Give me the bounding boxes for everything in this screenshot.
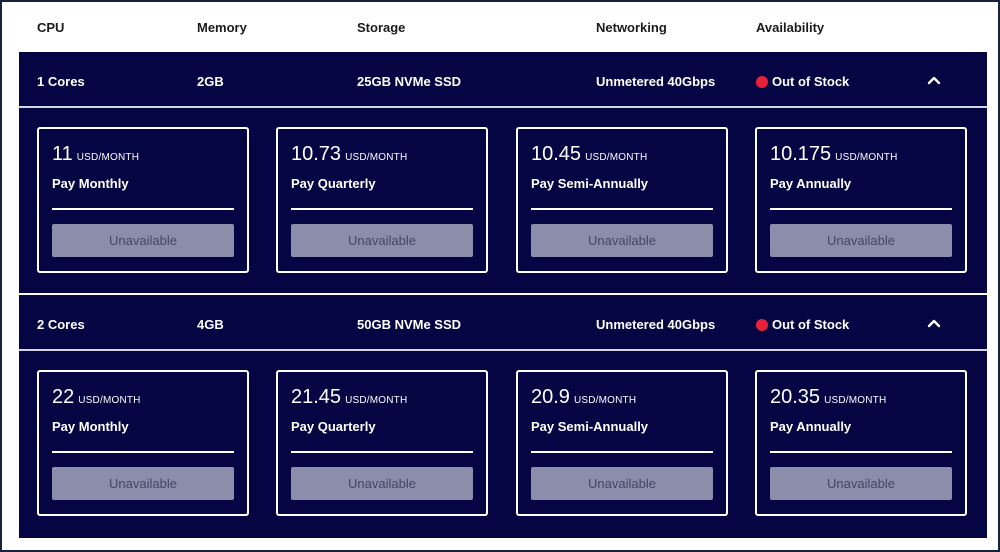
divider	[770, 208, 952, 210]
price-value: 21.45	[291, 386, 342, 408]
chevron-up-icon[interactable]	[927, 316, 941, 330]
price-unit: USD/MONTH	[345, 395, 408, 406]
unavailable-button[interactable]: Unavailable	[531, 467, 713, 500]
unavailable-button[interactable]: Unavailable	[291, 224, 473, 257]
plan-2: 2 Cores 4GB 50GB NVMe SSD Unmetered 40Gb…	[19, 295, 987, 538]
plan-row[interactable]: 1 Cores 2GB 25GB NVMe SSD Unmetered 40Gb…	[19, 52, 987, 108]
billing-term: Pay Semi-Annually	[531, 176, 649, 191]
chevron-up-icon[interactable]	[927, 73, 941, 87]
header-memory: Memory	[197, 20, 247, 35]
price-unit: USD/MONTH	[76, 152, 140, 163]
billing-term: Pay Annually	[770, 419, 852, 434]
billing-term: Pay Quarterly	[291, 419, 376, 434]
plan-1: 1 Cores 2GB 25GB NVMe SSD Unmetered 40Gb…	[19, 52, 987, 293]
plan-row[interactable]: 2 Cores 4GB 50GB NVMe SSD Unmetered 40Gb…	[19, 295, 987, 351]
billing-options: 11 USD/MONTH Pay Monthly Unavailable 10.7…	[19, 110, 987, 293]
divider	[531, 451, 713, 453]
billing-card-monthly: 11 USD/MONTH Pay Monthly Unavailable	[37, 127, 249, 273]
unavailable-button[interactable]: Unavailable	[52, 467, 234, 500]
plan-availability: Out of Stock	[772, 317, 850, 332]
pricing-frame: CPU Memory Storage Networking Availabili…	[0, 0, 1000, 552]
plan-storage: 50GB NVMe SSD	[357, 317, 462, 332]
header-networking: Networking	[596, 20, 667, 35]
plan-networking: Unmetered 40Gbps	[596, 74, 716, 89]
unavailable-button[interactable]: Unavailable	[770, 467, 952, 500]
price-value: 10.45	[531, 143, 582, 165]
divider	[52, 208, 234, 210]
price-value: 22	[52, 386, 75, 408]
plan-memory: 4GB	[197, 317, 224, 332]
status-dot-icon	[756, 76, 768, 88]
unavailable-button[interactable]: Unavailable	[52, 224, 234, 257]
billing-card-quarterly: 21.45 USD/MONTH Pay Quarterly Unavailable	[276, 370, 488, 516]
billing-card-monthly: 22 USD/MONTH Pay Monthly Unavailable	[37, 370, 249, 516]
billing-term: Pay Monthly	[52, 176, 129, 191]
price-unit: USD/MONTH	[824, 395, 887, 406]
unavailable-button[interactable]: Unavailable	[770, 224, 952, 257]
divider	[770, 451, 952, 453]
unavailable-button[interactable]: Unavailable	[531, 224, 713, 257]
price-value: 20.35	[770, 386, 821, 408]
plan-storage: 25GB NVMe SSD	[357, 74, 462, 89]
header-storage: Storage	[357, 20, 406, 35]
billing-term: Pay Annually	[770, 176, 852, 191]
unavailable-button[interactable]: Unavailable	[291, 467, 473, 500]
plan-cpu: 1 Cores	[37, 74, 85, 89]
price-unit: USD/MONTH	[573, 395, 637, 406]
billing-term: Pay Semi-Annually	[531, 419, 649, 434]
header-availability: Availability	[756, 20, 825, 35]
price-unit: USD/MONTH	[835, 152, 898, 163]
billing-term: Pay Monthly	[52, 419, 129, 434]
price-value: 10.175	[770, 143, 832, 165]
plan-cpu: 2 Cores	[37, 317, 85, 332]
table-header: CPU Memory Storage Networking Availabili…	[19, 2, 987, 52]
header-cpu: CPU	[37, 20, 65, 35]
price-unit: USD/MONTH	[78, 395, 141, 406]
billing-card-semi-annually: 20.9 USD/MONTH Pay Semi-Annually Unavaila…	[516, 370, 728, 516]
billing-card-semi-annually: 10.45 USD/MONTH Pay Semi-Annually Unavail…	[516, 127, 728, 273]
status-dot-icon	[756, 319, 768, 331]
divider	[531, 208, 713, 210]
billing-card-annually: 20.35 USD/MONTH Pay Annually Unavailable	[755, 370, 967, 516]
plan-networking: Unmetered 40Gbps	[596, 317, 716, 332]
price-value: 11	[52, 143, 73, 165]
price-value: 20.9	[531, 386, 570, 408]
price-unit: USD/MONTH	[585, 152, 648, 163]
plan-memory: 2GB	[197, 74, 224, 89]
billing-options: 22 USD/MONTH Pay Monthly Unavailable 21.4…	[19, 353, 987, 536]
billing-term: Pay Quarterly	[291, 176, 376, 191]
plan-availability: Out of Stock	[772, 74, 850, 89]
billing-card-quarterly: 10.73 USD/MONTH Pay Quarterly Unavailable	[276, 127, 488, 273]
price-unit: USD/MONTH	[345, 152, 408, 163]
divider	[291, 451, 473, 453]
divider	[52, 451, 234, 453]
billing-card-annually: 10.175 USD/MONTH Pay Annually Unavailable	[755, 127, 967, 273]
price-value: 10.73	[291, 143, 342, 165]
divider	[291, 208, 473, 210]
